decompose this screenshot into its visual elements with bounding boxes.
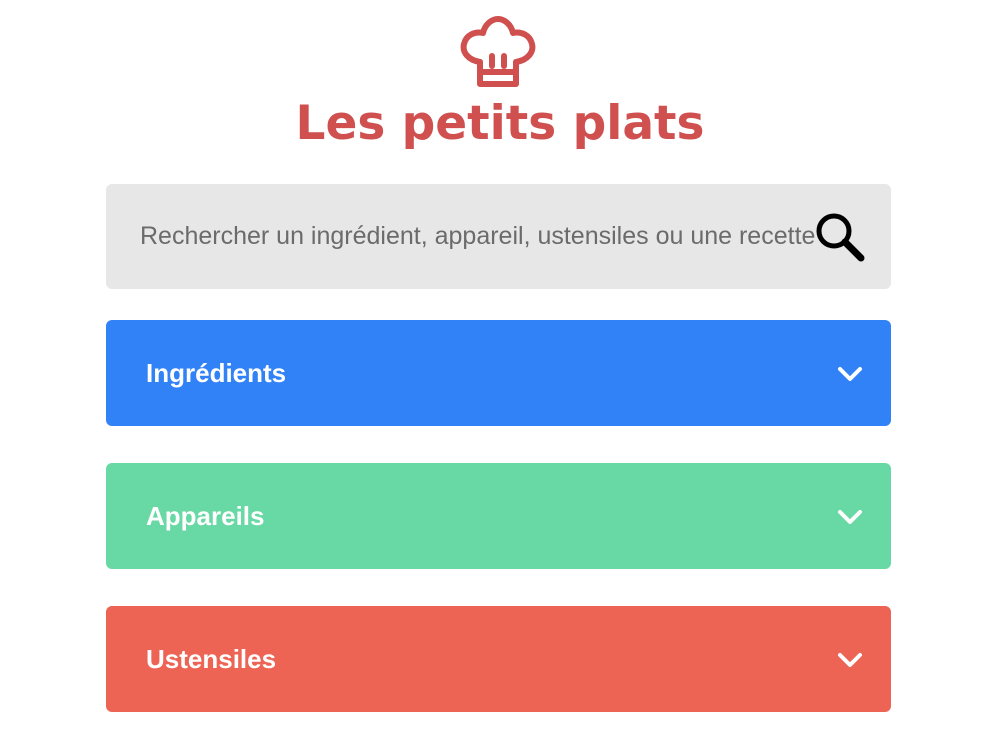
- app-title: Les petits plats: [295, 96, 705, 151]
- header: Les petits plats: [0, 0, 1000, 170]
- ingredients-filter-button[interactable]: Ingrédients: [106, 320, 891, 426]
- appliances-filter-button[interactable]: Appareils: [106, 463, 891, 569]
- search-button[interactable]: [812, 210, 868, 264]
- ingredients-filter-label: Ingrédients: [146, 358, 287, 388]
- search-icon: [812, 210, 868, 264]
- utensils-filter-label: Ustensiles: [146, 644, 277, 674]
- search-input[interactable]: [106, 184, 816, 289]
- page: Les petits plats Ingrédients Appareils: [0, 0, 1000, 750]
- chevron-down-icon: [836, 507, 864, 527]
- appliances-filter-label: Appareils: [146, 501, 265, 531]
- chef-hat-icon: [458, 16, 538, 88]
- chevron-down-icon: [836, 650, 864, 670]
- chevron-down-icon: [836, 364, 864, 384]
- utensils-filter-button[interactable]: Ustensiles: [106, 606, 891, 712]
- search-bar: [106, 184, 891, 289]
